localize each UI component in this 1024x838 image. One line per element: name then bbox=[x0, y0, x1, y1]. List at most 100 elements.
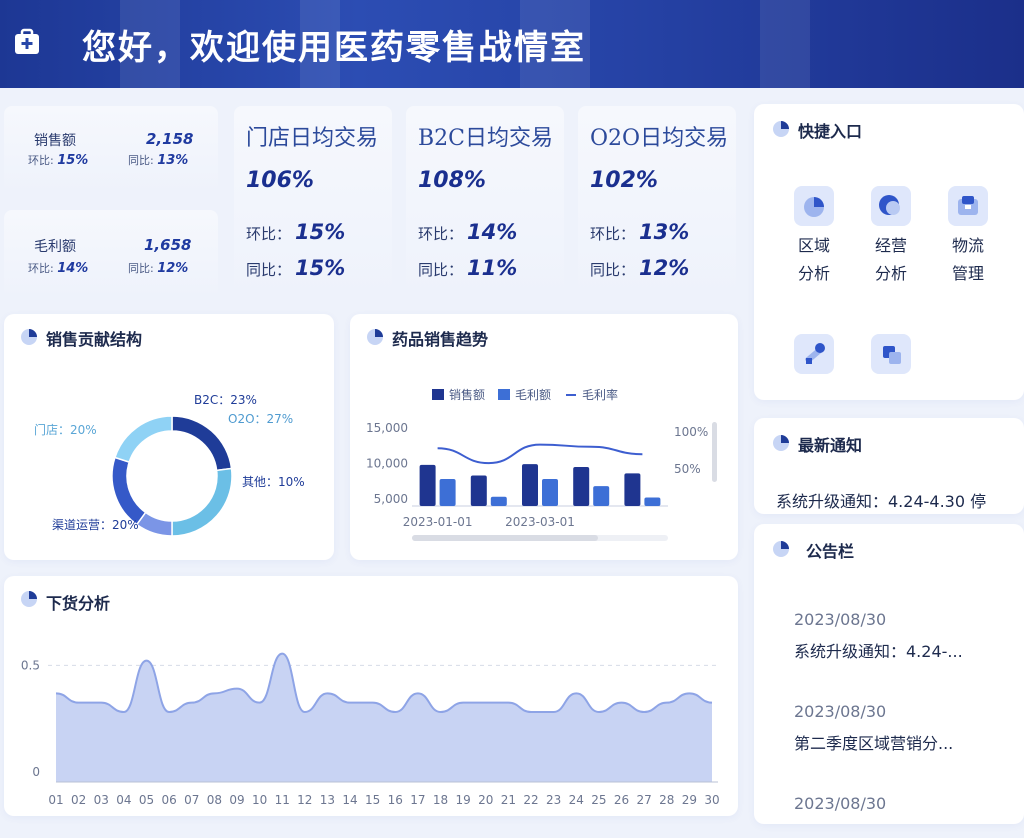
operation-analysis-icon bbox=[871, 186, 911, 226]
bulletin-item[interactable]: 第二季度区域营销分... bbox=[794, 730, 953, 754]
data-cube-icon bbox=[871, 334, 911, 374]
x-tick: 17 bbox=[410, 793, 425, 807]
latest-notice-text[interactable]: 系统升级通知：4.24-4.30 停 bbox=[776, 488, 986, 512]
legend-label: 毛利率 bbox=[582, 387, 618, 402]
legend-label: 销售额 bbox=[449, 387, 485, 402]
kpi-profit-label: 毛利额 bbox=[34, 239, 76, 255]
daily-title: B2C日均交易 bbox=[418, 126, 553, 151]
daily-value: 106% bbox=[246, 168, 314, 193]
x-tick: 23 bbox=[546, 793, 561, 807]
donut-slice-渠道运营[interactable] bbox=[111, 456, 147, 526]
donut-label: 其他：10% bbox=[242, 475, 305, 489]
daily-b2c-card: B2C日均交易 108% 环比： 14% 同比： 11% bbox=[406, 106, 564, 300]
x-tick: 13 bbox=[320, 793, 335, 807]
bar-sales[interactable] bbox=[419, 464, 436, 506]
sales-trend-panel: 药品销售趋势 销售额 毛利额 毛利率 5,000 10,000 15,000 50% 100%… bbox=[350, 314, 738, 560]
kpi-sales-tb: 同比: 13% bbox=[128, 153, 189, 168]
sales-contribution-panel: 销售贡献结构 B2C：23% O2O：27% 其他：10% 渠道运营：20% 门店：20… bbox=[4, 314, 334, 560]
quick-item-operation[interactable]: 经营 分析 bbox=[861, 186, 921, 288]
y-left-tick: 5,000 bbox=[374, 492, 408, 506]
shipping-analysis-panel: 下货分析 0 0.5 01 02 03 04 05 06 07 08 09 10 11 12 13 14 15 1… bbox=[4, 576, 738, 816]
daily-tb: 同比： 12% bbox=[590, 256, 690, 280]
donut-slice-B2C[interactable] bbox=[171, 415, 233, 472]
x-tick: 05 bbox=[139, 793, 154, 807]
tools-icon bbox=[794, 334, 834, 374]
line-margin-rate[interactable] bbox=[437, 443, 643, 465]
x-tick: 2023-01-01 bbox=[403, 515, 473, 529]
x-tick: 16 bbox=[388, 793, 403, 807]
quick-entry-panel: 快捷入口 区域 分析 经营 分析 物流 管理 bbox=[754, 104, 1024, 400]
kpi-sales-hb: 环比: 15% bbox=[28, 153, 89, 168]
daily-hb: 环比： 15% bbox=[246, 220, 346, 244]
bar-sales[interactable] bbox=[522, 464, 538, 506]
bar-profit[interactable] bbox=[593, 486, 610, 506]
kpi-sales-label: 销售额 bbox=[34, 133, 76, 149]
bar-profit[interactable] bbox=[542, 479, 558, 506]
latest-notice-panel: 最新通知 系统升级通知：4.24-4.30 停 bbox=[754, 418, 1024, 514]
donut-chart: B2C：23% O2O：27% 其他：10% 渠道运营：20% 门店：20% bbox=[34, 393, 305, 537]
x-tick: 14 bbox=[342, 793, 357, 807]
bar-sales[interactable] bbox=[624, 473, 641, 506]
x-tick: 10 bbox=[252, 793, 267, 807]
bar-sales[interactable] bbox=[470, 475, 487, 506]
quick-item-logistics[interactable]: 物流 管理 bbox=[938, 186, 998, 288]
daily-title: O2O日均交易 bbox=[590, 126, 729, 151]
x-tick: 30 bbox=[704, 793, 719, 807]
bar-profit[interactable] bbox=[490, 496, 507, 506]
daily-tb: 同比： 11% bbox=[418, 256, 518, 280]
bar-profit[interactable] bbox=[644, 497, 661, 506]
trend-chart: 销售额 毛利额 毛利率 5,000 10,000 15,000 50% 100% 2023-01… bbox=[366, 387, 717, 541]
donut-label: 渠道运营：20% bbox=[52, 518, 139, 532]
x-tick: 19 bbox=[456, 793, 471, 807]
x-tick: 21 bbox=[501, 793, 516, 807]
pie-chart-icon bbox=[773, 541, 789, 557]
kpi-profit-tb: 同比: 12% bbox=[128, 261, 189, 276]
x-tick: 29 bbox=[682, 793, 697, 807]
bar-sales[interactable] bbox=[573, 467, 590, 506]
region-analysis-icon bbox=[794, 186, 834, 226]
x-tick: 12 bbox=[297, 793, 312, 807]
vertical-scrollbar[interactable] bbox=[712, 422, 717, 482]
latest-notice-title: 最新通知 bbox=[798, 436, 863, 455]
daily-value: 108% bbox=[418, 168, 486, 193]
x-tick: 06 bbox=[161, 793, 176, 807]
header-banner: 您好，欢迎使用医药零售战情室 bbox=[0, 0, 1024, 88]
daily-value: 102% bbox=[590, 168, 658, 193]
kpi-profit-hb: 环比: 14% bbox=[28, 261, 89, 276]
bulletin-item[interactable]: 系统升级通知：4.24-... bbox=[794, 638, 963, 662]
legend-label: 毛利额 bbox=[515, 388, 551, 402]
x-tick: 04 bbox=[116, 793, 131, 807]
x-tick: 20 bbox=[478, 793, 493, 807]
y-right-tick: 100% bbox=[674, 425, 708, 439]
y-left-tick: 10,000 bbox=[366, 456, 408, 470]
horizontal-scrollbar-thumb[interactable] bbox=[412, 535, 598, 541]
x-tick: 22 bbox=[523, 793, 538, 807]
x-tick: 2023-03-01 bbox=[505, 515, 575, 529]
kpi-profit-card: 毛利额 1,658 环比: 14% 同比: 12% bbox=[4, 210, 218, 300]
donut-label: O2O：27% bbox=[228, 412, 293, 426]
daily-tb: 同比： 15% bbox=[246, 256, 346, 280]
x-tick: 09 bbox=[229, 793, 244, 807]
quick-item-tools[interactable] bbox=[784, 334, 844, 374]
daily-store-card: 门店日均交易 106% 环比： 15% 同比： 15% bbox=[234, 106, 392, 300]
pie-chart-icon bbox=[773, 435, 789, 451]
x-tick: 03 bbox=[94, 793, 109, 807]
donut-label: 门店：20% bbox=[34, 422, 97, 437]
kpi-sales-value: 2,158 bbox=[146, 130, 194, 148]
donut-slice-门店[interactable] bbox=[113, 415, 173, 464]
page-title: 您好，欢迎使用医药零售战情室 bbox=[82, 28, 586, 68]
y-left-tick: 15,000 bbox=[366, 421, 408, 435]
daily-hb: 环比： 14% bbox=[418, 220, 518, 244]
bar-profit[interactable] bbox=[439, 479, 456, 506]
x-tick: 07 bbox=[184, 793, 199, 807]
donut-slice-O2O[interactable] bbox=[171, 467, 233, 537]
y-tick: 0 bbox=[32, 765, 40, 779]
quick-item-region[interactable]: 区域 分析 bbox=[784, 186, 844, 288]
legend-swatch bbox=[432, 389, 444, 400]
x-tick: 28 bbox=[659, 793, 674, 807]
medical-kit-icon bbox=[15, 28, 39, 54]
quick-item-data[interactable] bbox=[861, 334, 921, 374]
x-tick: 18 bbox=[433, 793, 448, 807]
donut-label: B2C：23% bbox=[194, 393, 257, 407]
x-tick: 01 bbox=[48, 793, 63, 807]
